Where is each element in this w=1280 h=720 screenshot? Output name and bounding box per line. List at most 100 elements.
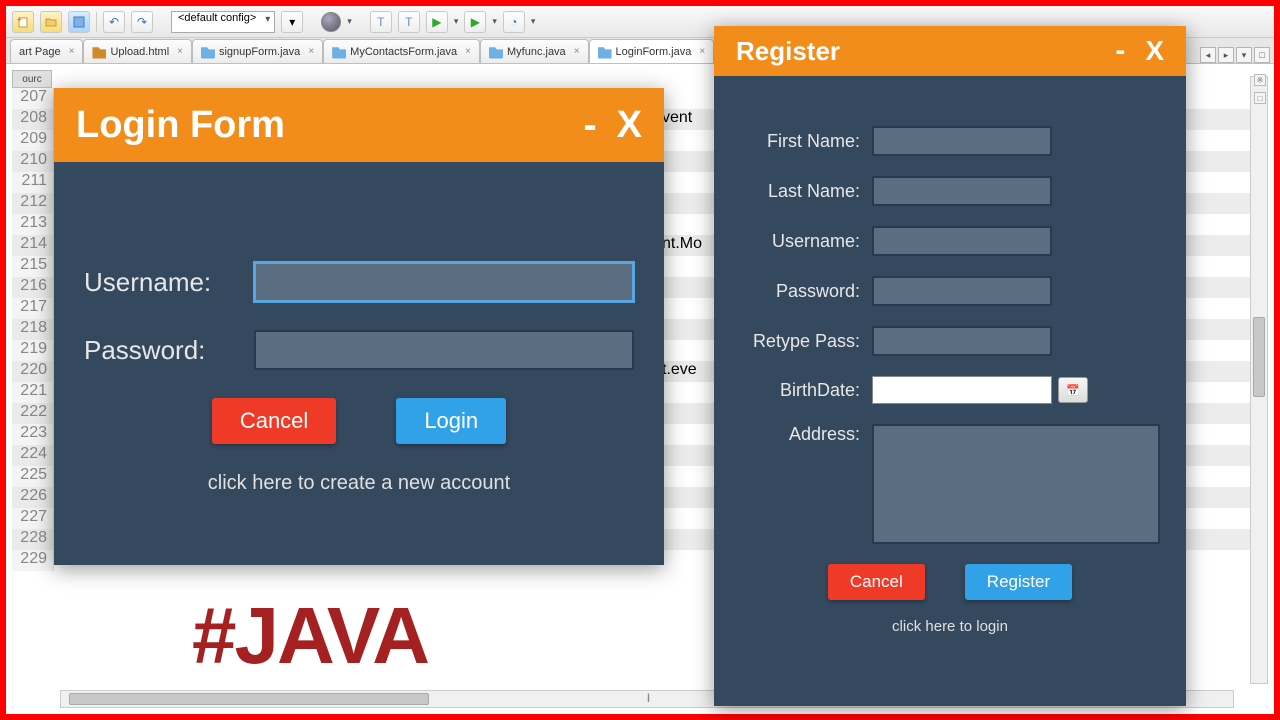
line-number: 221 <box>12 382 54 403</box>
register-body: First Name: Last Name: Username: Passwor… <box>714 76 1186 635</box>
clean-build-button[interactable]: T <box>398 11 420 33</box>
broom-icon: T <box>405 15 412 29</box>
birthdate-label: BirthDate: <box>734 380 872 401</box>
vertical-scrollbar[interactable] <box>1250 76 1268 684</box>
line-number: 215 <box>12 256 54 277</box>
line-number: 218 <box>12 319 54 340</box>
scrollbar-thumb[interactable] <box>1253 317 1265 397</box>
close-icon[interactable]: × <box>69 46 75 57</box>
chevron-down-icon[interactable]: ▾ <box>492 16 497 27</box>
login-link[interactable]: click here to login <box>734 618 1166 635</box>
close-icon[interactable]: × <box>699 46 705 57</box>
minimize-button[interactable]: - <box>583 117 596 133</box>
tab-upload-html[interactable]: Upload.html × <box>83 39 192 63</box>
build-button[interactable]: T <box>370 11 392 33</box>
close-icon[interactable]: × <box>177 46 183 57</box>
open-button[interactable] <box>40 11 62 33</box>
address-textarea[interactable] <box>872 424 1160 544</box>
tab-signupform[interactable]: signupForm.java× <box>192 39 323 63</box>
java-file-icon <box>201 45 215 59</box>
line-number: 216 <box>12 277 54 298</box>
register-button[interactable]: Register <box>965 564 1072 600</box>
marker-button[interactable]: □ <box>1254 92 1266 104</box>
login-button[interactable]: Login <box>396 398 506 444</box>
register-title-bar[interactable]: Register - X <box>714 26 1186 76</box>
save-all-button[interactable] <box>68 11 90 33</box>
password-input[interactable] <box>254 330 634 370</box>
chevron-down-icon[interactable]: ▾ <box>531 16 536 27</box>
tab-label: MyContactsForm.java <box>350 46 457 58</box>
login-dialog: Login Form - X Username: Password: Cance… <box>54 88 664 565</box>
username-label: Username: <box>734 231 872 252</box>
undo-button[interactable]: ↶ <box>103 11 125 33</box>
create-account-link[interactable]: click here to create a new account <box>84 472 634 495</box>
username-label: Username: <box>84 267 254 298</box>
svg-text:+: + <box>17 16 22 24</box>
line-number: 217 <box>12 298 54 319</box>
close-button[interactable]: X <box>617 104 642 147</box>
line-number: 224 <box>12 445 54 466</box>
retype-password-input[interactable] <box>872 326 1052 356</box>
minimize-button[interactable]: - <box>1115 45 1125 57</box>
tab-nav-controls: ◂ ▸ ▾ □ <box>1200 47 1274 63</box>
undo-icon: ↶ <box>109 15 119 29</box>
debug-button[interactable]: ▶ <box>464 11 486 33</box>
java-file-icon <box>489 45 503 59</box>
close-icon[interactable]: × <box>308 46 314 57</box>
tab-label: Upload.html <box>110 46 169 58</box>
line-number: 213 <box>12 214 54 235</box>
line-number: 220 <box>12 361 54 382</box>
close-icon[interactable]: × <box>465 46 471 57</box>
line-number: 223 <box>12 424 54 445</box>
red-frame: + ↶ ↷ <default config> ▾ ▾ T T ▶ ▾ ▶ ▾ ◔… <box>0 0 1280 720</box>
new-file-icon: + <box>17 16 29 28</box>
tab-list-button[interactable]: ▾ <box>1236 47 1252 63</box>
login-title-bar[interactable]: Login Form - X <box>54 88 664 162</box>
line-number: 227 <box>12 508 54 529</box>
tab-myfunc[interactable]: Myfunc.java× <box>480 39 589 63</box>
profile-button[interactable]: ◔ <box>503 11 525 33</box>
tab-start-page[interactable]: art Page× <box>10 39 83 63</box>
line-number: 229 <box>12 550 54 571</box>
line-number: 210 <box>12 151 54 172</box>
line-number: 228 <box>12 529 54 550</box>
close-button[interactable]: X <box>1145 35 1164 67</box>
retype-label: Retype Pass: <box>734 331 872 352</box>
source-view-tab[interactable]: ourc <box>12 70 52 88</box>
java-watermark: #JAVA <box>192 590 428 682</box>
config-combo[interactable]: <default config> <box>171 11 275 33</box>
error-stripe-button[interactable]: ※ <box>1254 74 1266 86</box>
tab-mycontactsform[interactable]: MyContactsForm.java × <box>323 39 480 63</box>
tab-scroll-right-button[interactable]: ▸ <box>1218 47 1234 63</box>
save-icon <box>73 16 85 28</box>
chevron-down-icon[interactable]: ▾ <box>347 16 352 27</box>
tab-label: LoginForm.java <box>616 46 692 58</box>
username-input[interactable] <box>254 262 634 302</box>
run-button[interactable]: ▶ <box>426 11 448 33</box>
reg-username-input[interactable] <box>872 226 1052 256</box>
last-name-input[interactable] <box>872 176 1052 206</box>
new-file-button[interactable]: + <box>12 11 34 33</box>
reg-cancel-button[interactable]: Cancel <box>828 564 925 600</box>
separator <box>96 12 97 32</box>
birthdate-input[interactable] <box>872 376 1052 404</box>
line-number: 222 <box>12 403 54 424</box>
browser-globe-button[interactable] <box>321 12 341 32</box>
line-number: 212 <box>12 193 54 214</box>
config-dropdown-button[interactable]: ▾ <box>281 11 303 33</box>
maximize-editor-button[interactable]: □ <box>1254 47 1270 63</box>
first-name-input[interactable] <box>872 126 1052 156</box>
redo-button[interactable]: ↷ <box>131 11 153 33</box>
line-number: 208 <box>12 109 54 130</box>
line-number: 226 <box>12 487 54 508</box>
scrollbar-thumb[interactable] <box>69 693 429 705</box>
date-picker-button[interactable]: 📅 <box>1058 377 1088 403</box>
register-dialog: Register - X First Name: Last Name: User… <box>714 26 1186 706</box>
reg-password-input[interactable] <box>872 276 1052 306</box>
tab-loginform[interactable]: LoginForm.java × <box>589 39 715 63</box>
line-number: 219 <box>12 340 54 361</box>
cancel-button[interactable]: Cancel <box>212 398 336 444</box>
chevron-down-icon[interactable]: ▾ <box>454 16 459 27</box>
tab-scroll-left-button[interactable]: ◂ <box>1200 47 1216 63</box>
close-icon[interactable]: × <box>574 46 580 57</box>
